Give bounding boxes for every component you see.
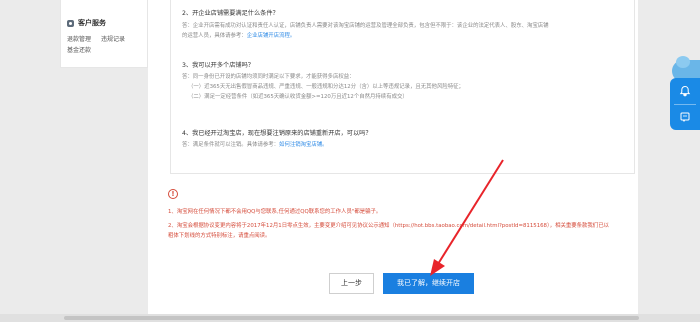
faq-question-3: 3、我可以开多个店铺吗？ (182, 62, 254, 69)
sidebar-item-refund[interactable]: 退款管理 (67, 34, 91, 43)
faq-answer-2-line-2: 的运营人员，具体请参考：企业店铺开店流程。 (182, 31, 295, 39)
sidebar-item-fund-repay[interactable]: 基金还款 (67, 45, 91, 54)
feedback-icon[interactable] (679, 111, 691, 123)
faq-answer-3-line-3: （二）满足一定经营条件（如近365天确认收货金额>=120万且近12个自然月持续… (188, 94, 408, 100)
sidebar-item-violations[interactable]: 违规记录 (101, 34, 125, 43)
sidebar-section-title: 客户服务 (78, 19, 106, 27)
link-close-shop[interactable]: 如何注销淘宝店铺。 (279, 142, 328, 148)
prev-step-button[interactable]: 上一步 (329, 273, 374, 294)
faq-answer-4-prefix: 答：满足条件就可以注销。具体请参考： (182, 142, 280, 148)
customer-service-icon (67, 19, 74, 27)
exclamation-circle-icon: ! (168, 189, 178, 199)
continue-open-shop-button[interactable]: 我已了解，继续开店 (383, 273, 474, 294)
faq-answer-4-line-1: 答：满足条件就可以注销。具体请参考：如何注销淘宝店铺。 (182, 140, 328, 148)
bell-icon[interactable] (679, 85, 691, 97)
main-content: 2、开企业店铺需要满足什么条件？ 答：企业开店需有成功对认证和责任人认证，店铺负… (148, 0, 638, 322)
faq-question-4: 4、我已经开过淘宝店，现在想要注销原来的店铺重新开店，可以吗？ (182, 130, 372, 137)
faq-answer-3-line-1: 答：同一身份已开设的店铺均须同时满足以下要求，才能获得多店权益： (182, 74, 355, 80)
widget-divider (674, 104, 696, 105)
notice-line-3: 粗体下划线的方式特别标注，请重点阅读。 (168, 233, 271, 239)
faq-question-2: 2、开企业店铺需要满足什么条件？ (182, 10, 279, 17)
notice-line-1: 1、淘宝网在任何情况下都不会用QQ与您联系,任何通过QQ联系您的工作人员"都是骗… (168, 209, 382, 215)
faq-answer-3-line-2: （一）近365天无出售假冒商品违规、严重违规、一般违规和分达12分（含）以上等违… (188, 84, 464, 90)
floating-widget-panel (670, 78, 700, 130)
notice-line-2: 2、淘宝会根据协议变更内容将于2017年12月1日零点生效，主要变更介绍可见协议… (168, 223, 609, 229)
faq-answer-2-line-1: 答：企业开店需有成功对认证和责任人认证，店铺负责人需要对该淘宝店铺的运营及管理全… (182, 23, 549, 29)
faq-answer-2-prefix: 的运营人员，具体请参考： (182, 33, 247, 39)
sidebar: 客户服务 退款管理 违规记录 基金还款 (60, 0, 148, 68)
horizontal-scrollbar-thumb[interactable] (64, 316, 639, 320)
link-enterprise-shop-process[interactable]: 企业店铺开店流程。 (247, 33, 296, 39)
sidebar-section-header[interactable]: 客户服务 (67, 18, 106, 28)
